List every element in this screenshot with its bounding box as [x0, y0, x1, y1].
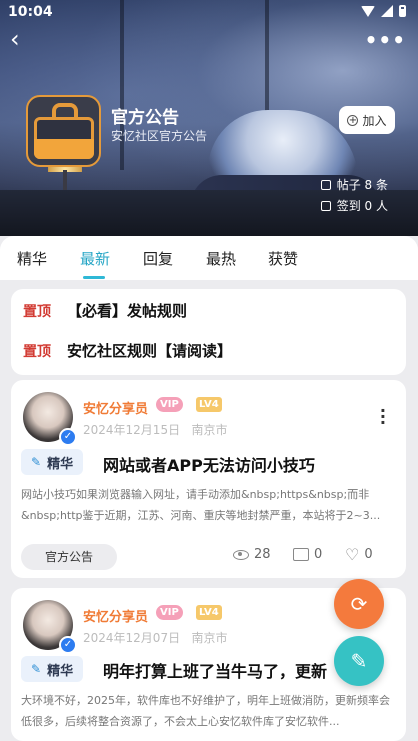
- signal-icon: [381, 5, 393, 17]
- tab-replies[interactable]: 回复: [143, 248, 173, 269]
- status-time: 10:04: [8, 4, 53, 20]
- calendar-icon: [320, 200, 331, 211]
- featured-badge-label: 精华: [47, 456, 74, 472]
- eye-icon: [233, 549, 249, 560]
- verified-icon: ✓: [59, 428, 77, 446]
- pinned-item[interactable]: 置顶 【必看】发帖规则: [23, 300, 187, 321]
- post-excerpt: 网站小技巧如果浏览器输入网址，请手动添加&nbsp;https&nbsp;而非&…: [21, 488, 381, 522]
- active-tab-indicator: [83, 276, 105, 279]
- comments-count[interactable]: 0: [293, 547, 322, 562]
- pin-icon: ✎: [31, 662, 42, 676]
- level-badge: LV4: [196, 605, 222, 620]
- more-options-icon[interactable]: •••: [365, 28, 406, 52]
- comment-icon: [293, 548, 309, 561]
- briefcase-strip: [34, 139, 94, 159]
- pinned-title: 【必看】发帖规则: [67, 302, 188, 320]
- pin-icon: ✎: [31, 455, 42, 469]
- status-bar: 10:04: [0, 0, 418, 24]
- pinned-list: 置顶 【必看】发帖规则 置顶 安忆社区规则【请阅读】: [11, 289, 406, 375]
- post-menu-icon[interactable]: · · ·: [380, 403, 386, 431]
- author-name[interactable]: 安忆分享员: [83, 606, 148, 625]
- post-meta: 2024年12月07日 南京市: [83, 629, 228, 646]
- join-label: 加入: [362, 113, 387, 128]
- likes-value: 0: [364, 547, 373, 562]
- featured-badge: ✎ 精华: [21, 449, 84, 475]
- post-card[interactable]: ✓ 安忆分享员 VIP LV4 2024年12月15日 南京市 · · · ✎ 精华…: [11, 380, 406, 578]
- tab-hottest[interactable]: 最热: [206, 248, 236, 269]
- checkin-stat: 签到 0 人: [320, 197, 388, 214]
- featured-badge: ✎ 精华: [21, 656, 84, 682]
- refresh-icon: ⟳: [350, 592, 368, 616]
- new-post-button[interactable]: ✎: [334, 636, 384, 686]
- tab-latest[interactable]: 最新: [80, 248, 110, 269]
- checkin-stat-label: 签到 0 人: [336, 199, 388, 213]
- post-date: 2024年12月15日: [83, 423, 181, 437]
- post-date: 2024年12月07日: [83, 631, 181, 645]
- battery-icon: [399, 5, 406, 17]
- window-frame: [120, 0, 124, 170]
- refresh-button[interactable]: ⟳: [334, 579, 384, 629]
- join-button[interactable]: + 加入: [339, 106, 395, 134]
- posts-stat: 帖子 8 条: [320, 176, 388, 193]
- posts-icon: [320, 179, 331, 190]
- vip-badge: VIP: [156, 605, 183, 620]
- edit-icon: ✎: [350, 649, 368, 673]
- tab-bar: 精华 最新 回复 最热 获赞: [0, 236, 418, 280]
- pinned-title: 安忆社区规则【请阅读】: [67, 342, 233, 360]
- wifi-icon: [361, 5, 375, 17]
- group-logo: [26, 95, 101, 167]
- plus-icon: +: [347, 114, 359, 126]
- group-header: 10:04 ‹ ••• 官方公告 安忆社区官方公告 + 加入 帖子 8 条 签到…: [0, 0, 418, 236]
- tab-most-liked[interactable]: 获赞: [268, 248, 298, 269]
- views-value: 28: [254, 547, 271, 562]
- post-location: 南京市: [191, 423, 228, 437]
- status-icons: [361, 5, 406, 17]
- pinned-tag: 置顶: [23, 343, 51, 360]
- post-excerpt: 大环境不好，2025年，软件库也不好维护了，明年上班做消防，更新频率会低很多，后…: [21, 694, 390, 728]
- group-title: 官方公告: [111, 108, 179, 128]
- tab-featured[interactable]: 精华: [17, 248, 47, 269]
- back-arrow-icon[interactable]: ‹: [10, 27, 32, 52]
- avatar[interactable]: ✓: [23, 600, 77, 654]
- briefcase-handle: [52, 103, 78, 117]
- pinned-item[interactable]: 置顶 安忆社区规则【请阅读】: [23, 340, 232, 361]
- vip-badge: VIP: [156, 397, 183, 412]
- featured-badge-label: 精华: [47, 663, 74, 679]
- comments-value: 0: [314, 547, 323, 562]
- author-name[interactable]: 安忆分享员: [83, 398, 148, 417]
- avatar[interactable]: ✓: [23, 392, 77, 446]
- pinned-tag: 置顶: [23, 303, 51, 320]
- post-location: 南京市: [191, 631, 228, 645]
- posts-stat-label: 帖子 8 条: [336, 178, 388, 192]
- category-chip[interactable]: 官方公告: [21, 544, 117, 570]
- heart-icon: ♡: [345, 544, 360, 564]
- level-badge: LV4: [196, 397, 222, 412]
- group-subtitle: 安忆社区官方公告: [111, 129, 208, 143]
- likes-count[interactable]: ♡ 0: [345, 544, 373, 564]
- views-count: 28: [233, 547, 271, 562]
- post-title[interactable]: 网站或者APP无法访问小技巧: [103, 452, 315, 476]
- verified-icon: ✓: [59, 636, 77, 654]
- post-meta: 2024年12月15日 南京市: [83, 421, 228, 438]
